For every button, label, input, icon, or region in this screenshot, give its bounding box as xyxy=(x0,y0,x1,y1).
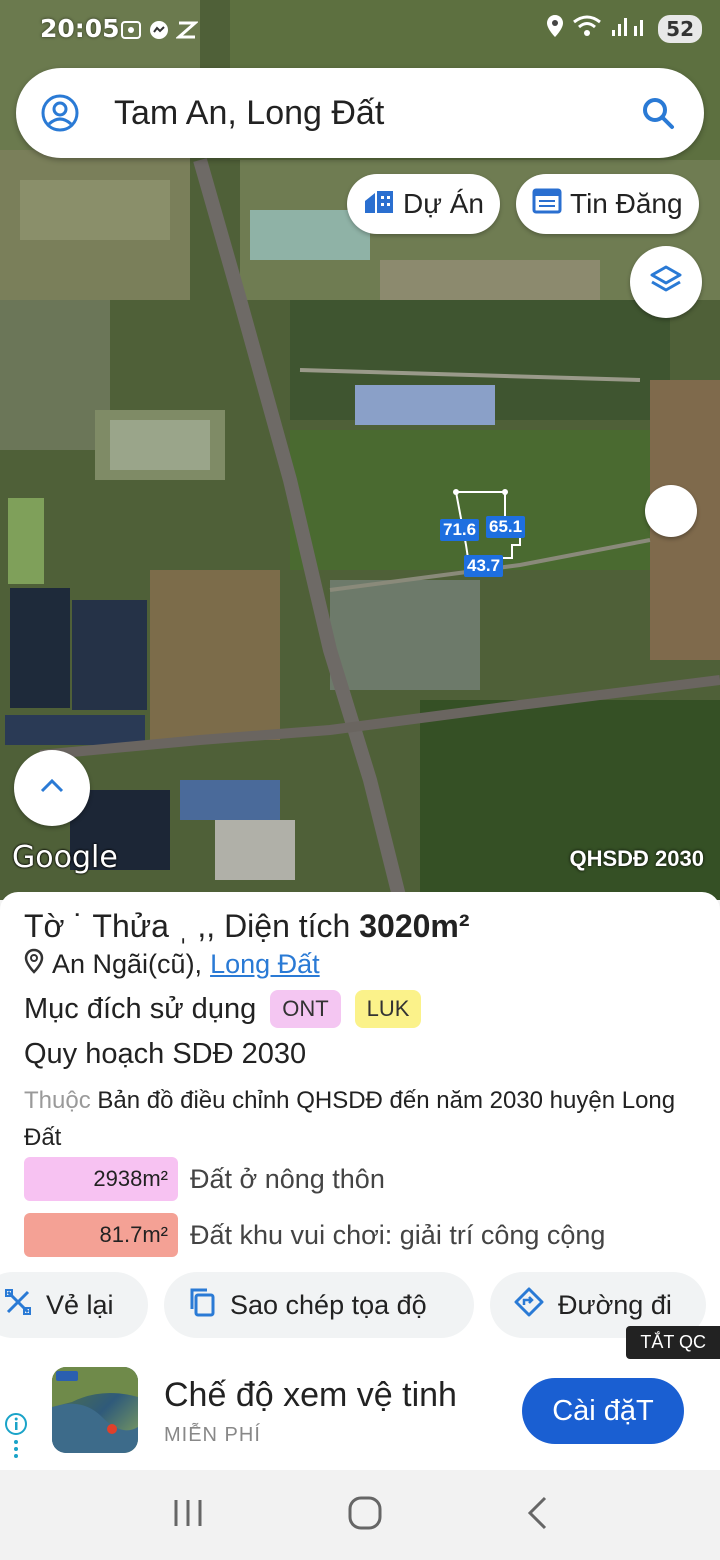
back-icon[interactable] xyxy=(525,1495,549,1536)
info-icon[interactable] xyxy=(4,1412,28,1467)
status-time: 20:05 xyxy=(40,14,120,43)
status-bar: 20:05 52 xyxy=(0,8,720,48)
projects-chip[interactable]: Dự Án xyxy=(347,174,500,234)
zone-row: 81.7m² Đất khu vui chơi: giải trí công c… xyxy=(24,1212,704,1258)
listings-chip-label: Tin Đăng xyxy=(570,188,683,219)
purpose-label: Mục đích sử dụng xyxy=(24,992,257,1025)
notification-icons xyxy=(120,18,199,40)
signal-icon xyxy=(610,14,650,44)
pin-icon xyxy=(24,948,44,981)
ad-banner[interactable]: TẮT QC Chế độ xem vệ tinh MIỄN PHÍ Cài đ… xyxy=(0,1326,720,1470)
parcel-title-text: Tờ ˙ Thửa ˌ ,, Diện tích xyxy=(24,908,360,944)
zone-label: Đất ở nông thôn xyxy=(190,1163,385,1194)
layers-icon xyxy=(649,263,683,302)
app-notification-icon xyxy=(175,18,199,40)
land-use-tag: LUK xyxy=(354,990,422,1028)
zone-area: 81.7m² xyxy=(24,1213,178,1257)
search-icon[interactable] xyxy=(640,95,676,131)
recent-apps-icon[interactable] xyxy=(171,1497,205,1534)
expand-up-button[interactable] xyxy=(14,750,90,826)
parcel-edge-label: 65.1 xyxy=(486,516,526,538)
zone-row: 2938m² Đất ở nông thôn xyxy=(24,1156,704,1202)
wifi-icon xyxy=(572,14,602,44)
action-row: Vẻ lại Sao chép tọa độ Đường đi xyxy=(0,1272,706,1338)
plan-desc-prefix: Thuộc xyxy=(24,1087,91,1114)
projects-chip-label: Dự Án xyxy=(403,188,484,219)
copy-coordinates-button[interactable]: Sao chép tọa độ xyxy=(164,1272,474,1338)
plan-desc-text: Bản đồ điều chỉnh QHSDĐ đến năm 2030 huy… xyxy=(24,1087,676,1151)
plan-layer-badge: QHSDĐ 2030 xyxy=(569,846,704,871)
listings-chip[interactable]: Tin Đăng xyxy=(516,174,699,234)
zone-label: Đất khu vui chơi: giải trí công cộng xyxy=(190,1219,606,1250)
parcel-title: Tờ ˙ Thửa ˌ ,, Diện tích 3020m² xyxy=(24,908,470,945)
copy-coordinates-label: Sao chép tọa độ xyxy=(230,1289,427,1320)
search-bar[interactable]: Tam An, Long Đất xyxy=(16,68,704,158)
layers-button[interactable] xyxy=(630,246,702,318)
plan-description: Thuộc Bản đồ điều chỉnh QHSDĐ đến năm 20… xyxy=(24,1082,704,1156)
parcel-info-sheet: Tờ ˙ Thửa ˌ ,, Diện tích 3020m² An Ngãi(… xyxy=(0,892,720,1340)
location-text: An Ngãi(cũ), xyxy=(52,949,203,979)
ad-subtitle: MIỄN PHÍ xyxy=(164,1424,261,1446)
ad-app-icon[interactable] xyxy=(52,1367,138,1453)
account-icon[interactable] xyxy=(40,93,80,133)
side-panel-handle[interactable] xyxy=(645,485,697,537)
parcel-location: An Ngãi(cũ), Long Đất xyxy=(24,948,320,981)
directions-icon xyxy=(514,1287,544,1324)
system-nav-bar xyxy=(0,1470,720,1560)
zone-area: 2938m² xyxy=(24,1157,178,1201)
listing-icon xyxy=(532,187,562,222)
google-logo: Google xyxy=(12,840,118,875)
install-button[interactable]: Cài đặT xyxy=(522,1378,684,1444)
home-icon[interactable] xyxy=(347,1495,383,1536)
messenger-icon xyxy=(148,18,170,40)
location-link[interactable]: Long Đất xyxy=(210,949,320,980)
directions-label: Đường đi xyxy=(558,1289,672,1320)
parcel-edge-label: 71.6 xyxy=(440,519,480,541)
plan-title: Quy hoạch SDĐ 2030 xyxy=(24,1038,307,1070)
search-input[interactable]: Tam An, Long Đất xyxy=(114,94,640,133)
chevron-up-icon xyxy=(39,778,65,799)
location-icon xyxy=(546,14,564,44)
parcel-area: 3020m² xyxy=(359,908,470,944)
gallery-icon xyxy=(120,18,142,40)
battery-indicator: 52 xyxy=(658,15,702,43)
redraw-button[interactable]: Vẻ lại xyxy=(0,1272,148,1338)
satellite-map[interactable]: 20:05 52 Tam An, Long Đất Dự Án Tin Đăng… xyxy=(0,0,720,900)
copy-icon xyxy=(188,1287,216,1324)
land-use-purpose: Mục đích sử dụng ONT LUK xyxy=(24,990,422,1028)
redraw-icon xyxy=(4,1288,32,1323)
ad-title: Chế độ xem vệ tinh xyxy=(164,1376,457,1414)
land-use-tag: ONT xyxy=(270,990,341,1028)
redraw-label: Vẻ lại xyxy=(46,1289,114,1320)
building-icon xyxy=(363,187,395,222)
close-ad-button[interactable]: TẮT QC xyxy=(626,1326,720,1359)
parcel-edge-label: 43.7 xyxy=(464,555,504,577)
